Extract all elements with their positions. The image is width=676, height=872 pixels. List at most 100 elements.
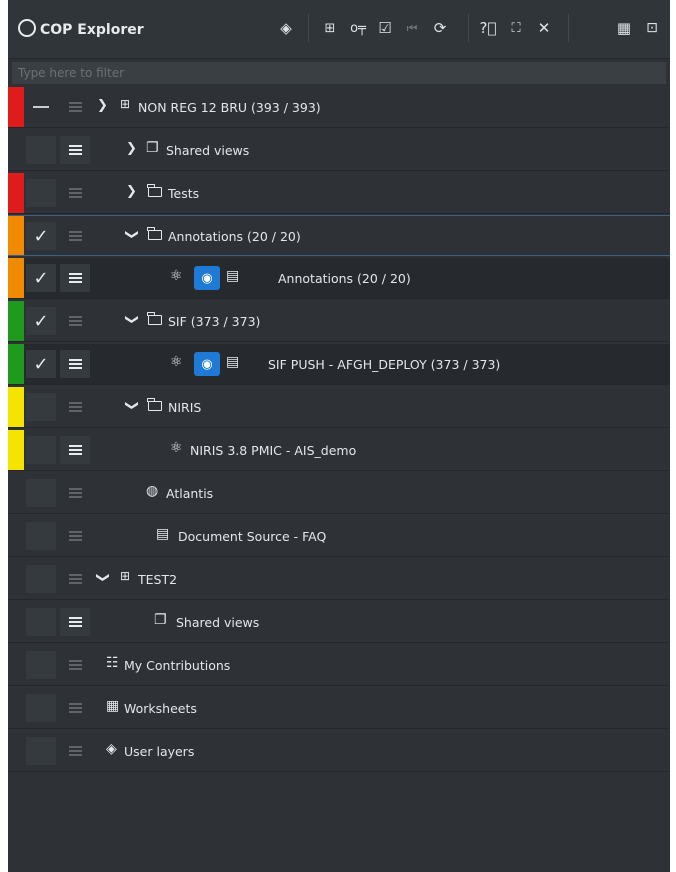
visibility-eye-icon[interactable]: ◉ — [194, 352, 220, 376]
row-checkbox[interactable] — [26, 608, 56, 636]
chevron-down-icon[interactable]: ❯ — [124, 229, 139, 240]
layer-icon: ⚛ — [170, 268, 183, 284]
status-stripe — [8, 387, 24, 427]
chevron-down-icon[interactable]: ❯ — [95, 572, 110, 583]
row-label: Annotations (20 / 20) — [168, 229, 301, 244]
tree-row[interactable]: ☷ My Contributions — [8, 645, 670, 686]
folder-icon — [147, 398, 162, 411]
tree-icon: ⊞ — [120, 97, 131, 111]
drag-handle[interactable] — [60, 136, 90, 164]
row-checkbox[interactable]: ✓ — [26, 222, 56, 250]
document-icon: ▤ — [156, 526, 170, 542]
comment-icon[interactable]: ▤ — [226, 268, 239, 284]
row-label: NON REG 12 BRU (393 / 393) — [138, 100, 321, 115]
tree-row[interactable]: ⚛ NIRIS 3.8 PMIC - AIS_demo — [8, 430, 670, 471]
table-icon: ▦ — [106, 698, 120, 714]
chevron-right-icon[interactable]: ❯ — [126, 141, 137, 156]
status-stripe — [8, 258, 24, 298]
status-stripe — [8, 216, 24, 255]
tree-row[interactable]: ❯ ⊞ TEST2 — [8, 559, 670, 600]
header-divider — [308, 14, 309, 42]
row-checkbox[interactable] — [26, 393, 56, 421]
chevron-right-icon[interactable]: ❯ — [126, 184, 137, 199]
tree-row[interactable]: ❯ Tests — [8, 173, 670, 214]
header-divider — [468, 14, 469, 42]
dock-icon[interactable]: ⊡ — [640, 15, 664, 41]
row-checkbox[interactable] — [26, 436, 56, 464]
tree-row[interactable]: ✓ ❯ SIF (373 / 373) — [8, 301, 670, 342]
tree-row[interactable]: ❯ NIRIS — [8, 387, 670, 428]
tree-row[interactable]: ✓ ❯ Annotations (20 / 20) — [8, 215, 670, 256]
status-stripe — [8, 344, 24, 384]
row-label: My Contributions — [124, 658, 231, 673]
filter-input[interactable] — [12, 62, 666, 84]
row-checkbox[interactable] — [26, 93, 56, 121]
row-checkbox[interactable] — [26, 522, 56, 550]
drag-handle[interactable] — [60, 350, 90, 378]
key-icon[interactable]: o╤ — [346, 15, 370, 41]
drag-handle[interactable] — [60, 93, 90, 121]
row-label: SIF (373 / 373) — [168, 314, 261, 329]
chevron-down-icon[interactable]: ❯ — [124, 400, 139, 411]
row-label: Atlantis — [166, 486, 214, 501]
tree-row[interactable]: ❐ Shared views — [8, 602, 670, 643]
row-checkbox[interactable] — [26, 651, 56, 679]
tree-row[interactable]: ❯ ⊞ NON REG 12 BRU (393 / 393) — [8, 87, 670, 128]
chevron-down-icon[interactable]: ❯ — [124, 314, 139, 325]
help-icon[interactable]: ?⃝ — [476, 15, 500, 41]
row-checkbox[interactable] — [26, 479, 56, 507]
tree-icon[interactable]: ⊞ — [318, 15, 342, 41]
drag-handle[interactable] — [60, 264, 90, 292]
cop-explorer-panel: COP Explorer ◈ ⊞ o╤ ☑ ⏮ ⟳ ?⃝ ⛶ ✕ ▦ ⊡ ❯ ⊞… — [8, 0, 670, 872]
row-label: SIF PUSH - AFGH_DEPLOY (373 / 373) — [268, 357, 501, 372]
first-icon[interactable]: ⏮ — [400, 15, 424, 41]
drag-handle[interactable] — [60, 179, 90, 207]
refresh-icon[interactable]: ⟳ — [428, 15, 452, 41]
row-label: Annotations (20 / 20) — [278, 271, 411, 286]
checkbox-icon[interactable]: ☑ — [373, 15, 397, 41]
visibility-eye-icon[interactable]: ◉ — [194, 266, 220, 290]
comment-icon[interactable]: ▤ — [226, 354, 239, 370]
drag-handle[interactable] — [60, 222, 90, 250]
layers-icon: ◈ — [106, 741, 117, 757]
row-checkbox[interactable] — [26, 565, 56, 593]
row-checkbox[interactable] — [26, 737, 56, 765]
drag-handle[interactable] — [60, 307, 90, 335]
drag-handle[interactable] — [60, 436, 90, 464]
row-checkbox[interactable]: ✓ — [26, 264, 56, 292]
chevron-down-icon[interactable]: ❯ — [97, 98, 108, 113]
status-stripe — [8, 430, 24, 470]
grid-icon[interactable]: ▦ — [612, 15, 636, 41]
tree-row[interactable]: ◈ User layers — [8, 731, 670, 772]
tree-row[interactable]: ✓ ⚛ ◉ ▤ SIF PUSH - AFGH_DEPLOY (373 / 37… — [8, 344, 670, 385]
close-icon[interactable]: ✕ — [532, 15, 556, 41]
tree-icon: ⊞ — [120, 569, 131, 583]
row-checkbox[interactable] — [26, 694, 56, 722]
header-divider — [568, 14, 569, 42]
row-checkbox[interactable]: ✓ — [26, 350, 56, 378]
expand-icon[interactable]: ⛶ — [504, 15, 528, 41]
tree-row[interactable]: ✓ ⚛ ◉ ▤ Annotations (20 / 20) — [8, 258, 670, 299]
drag-handle[interactable] — [60, 694, 90, 722]
folder-icon — [147, 184, 162, 197]
row-label: Shared views — [176, 615, 260, 630]
layers-icon[interactable]: ◈ — [274, 15, 298, 41]
tree-row[interactable]: ▦ Worksheets — [8, 688, 670, 729]
drag-handle[interactable] — [60, 565, 90, 593]
drag-handle[interactable] — [60, 737, 90, 765]
tree-row[interactable]: ◍ Atlantis — [8, 473, 670, 514]
shared-views-icon: ❐ — [146, 140, 159, 156]
row-checkbox[interactable] — [26, 136, 56, 164]
drag-handle[interactable] — [60, 522, 90, 550]
row-checkbox[interactable]: ✓ — [26, 307, 56, 335]
drag-handle[interactable] — [60, 651, 90, 679]
folder-icon — [147, 312, 162, 325]
drag-handle[interactable] — [60, 393, 90, 421]
drag-handle[interactable] — [60, 608, 90, 636]
tree-row[interactable]: ▤ Document Source - FAQ — [8, 516, 670, 557]
layer-icon: ⚛ — [170, 354, 183, 370]
tree-row[interactable]: ❯ ❐ Shared views — [8, 130, 670, 171]
row-checkbox[interactable] — [26, 179, 56, 207]
drag-handle[interactable] — [60, 479, 90, 507]
shared-views-icon: ❐ — [154, 612, 167, 628]
